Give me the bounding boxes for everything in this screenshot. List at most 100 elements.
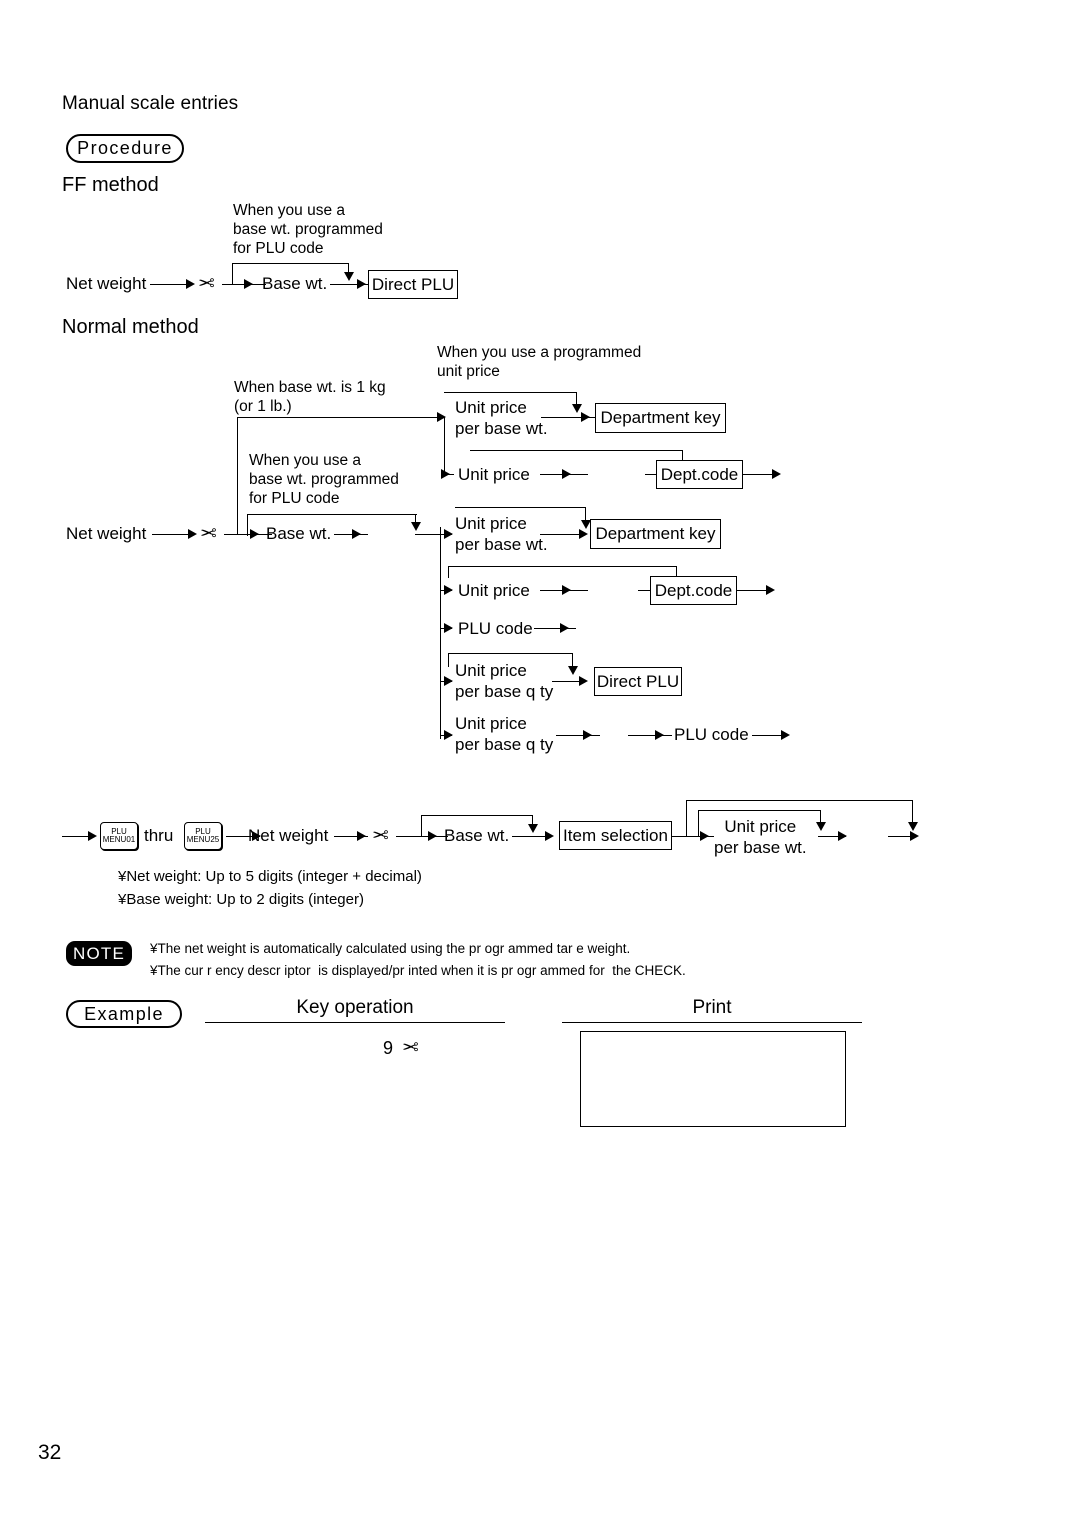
b4-tail-arrow [766, 585, 775, 595]
normal-riser-1kg [237, 417, 238, 535]
menu-bypass-left [421, 815, 422, 837]
scissors-icon: ✂ [200, 523, 217, 545]
b7-in-arrow [655, 730, 664, 740]
b5-arrow [444, 623, 453, 633]
ff-net-weight-label: Net weight [66, 274, 147, 293]
b1-rail-top [444, 392, 576, 393]
scissors-icon: ✂ [372, 825, 389, 847]
digit-note-1: ¥Net weight: Up to 5 digits (integer + d… [118, 868, 422, 885]
b7-in-line [628, 735, 672, 736]
ff-base-wt-label: Base wt. [262, 274, 328, 293]
item-selection-box[interactable]: Item selection [559, 821, 672, 850]
b3-rail-top [455, 507, 585, 508]
normal-programmed-unit-price-label: When you use a programmed unit price [437, 344, 642, 380]
menu-arrow-0 [88, 831, 97, 841]
normal-line-2 [224, 534, 272, 535]
print-receipt-box [580, 1031, 846, 1127]
normal-base-plu-label: When you use a base wt. programmed for P… [249, 452, 399, 507]
b1-out-arrow [581, 412, 590, 422]
key-operation-rule [205, 1022, 505, 1023]
plu-menu01-key-line2: MENU01 [102, 835, 136, 844]
branch-node-3: Unit price per base wt. [455, 514, 548, 554]
ff-arrow-2 [244, 279, 253, 289]
normal-bypass-arrow [411, 522, 421, 531]
branch-node-5: PLU code [458, 619, 533, 638]
normal-method-heading: Normal method [62, 316, 199, 338]
key-operation-value: 9 [383, 1038, 394, 1058]
ff-bracket-left [232, 263, 233, 285]
normal-line-3 [334, 534, 368, 535]
normal-trunk-inlet [415, 534, 443, 535]
b2-out-arrow [562, 469, 571, 479]
menu-arrow-6 [838, 831, 847, 841]
b7-out-arrow [583, 730, 592, 740]
print-caption: Print [692, 997, 732, 1018]
b6-arrow [444, 676, 453, 686]
b1-department-key-box[interactable]: Department key [595, 403, 726, 433]
b6-rail-left [448, 653, 449, 667]
b6-rail-top [448, 653, 572, 654]
note-badge: NOTE [66, 941, 132, 966]
ff-bracket-arrow [344, 272, 354, 281]
normal-arrow-row2 [441, 469, 450, 479]
normal-bypass-left [247, 514, 248, 536]
branch-node-6: Unit price per base q ty [455, 661, 554, 701]
plu-menu25-key-line2: MENU25 [186, 835, 220, 844]
branch-node-2: Unit price [458, 465, 530, 484]
procedure-badge: Procedure [66, 134, 184, 163]
menu-base-wt-label: Base wt. [444, 826, 510, 845]
page-number: 32 [38, 1441, 62, 1464]
menu-rail-outer-left [686, 800, 687, 836]
normal-net-weight-label: Net weight [66, 524, 147, 543]
menu-net-weight-label: Net weight [248, 826, 329, 845]
normal-arrow-1 [188, 529, 197, 539]
scissors-icon: ✂ [198, 273, 215, 295]
print-rule [562, 1022, 862, 1023]
b7-tail-arrow [781, 730, 790, 740]
menu-bypass-top [421, 815, 533, 816]
example-badge: Example [66, 1000, 182, 1028]
b7-plu-code-label: PLU code [674, 725, 749, 744]
digit-note-2: ¥Base weight: Up to 2 digits (integer) [118, 891, 364, 908]
menu-rail-outer-arrow [908, 822, 918, 831]
plu-menu01-key[interactable]: PLU MENU01 [100, 822, 138, 850]
normal-rail-to-row2 [444, 417, 445, 474]
menu-arrow-5 [700, 831, 709, 841]
b2-rail-top [470, 450, 682, 451]
b6-rail-arrow [568, 666, 578, 675]
normal-main-trunk [440, 527, 441, 739]
b7-arrow [444, 730, 453, 740]
scissors-icon: ✂ [402, 1037, 419, 1059]
b3-department-key-box[interactable]: Department key [590, 519, 721, 549]
b2-dept-code-box[interactable]: Dept.code [656, 460, 743, 489]
menu-rail-inner-top [698, 810, 820, 811]
b2-tail-arrow [772, 469, 781, 479]
plu-menu25-key[interactable]: PLU MENU25 [184, 822, 222, 850]
b6-direct-plu-box[interactable]: Direct PLU [594, 667, 682, 696]
b4-dept-code-box[interactable]: Dept.code [650, 576, 737, 605]
note-line-1: ¥The net weight is automatically calcula… [150, 941, 631, 956]
menu-rail-inner-left [698, 810, 699, 836]
menu-rail-outer-top [686, 800, 912, 801]
ff-method-heading: FF method [62, 174, 159, 196]
menu-rail-inner-arrow [816, 822, 826, 831]
menu-bypass-arrow [528, 824, 538, 833]
ff-arrow-1 [186, 279, 195, 289]
branch-node-7: Unit price per base q ty [455, 714, 554, 754]
normal-top-rail [237, 417, 445, 418]
key-operation-caption: Key operation [296, 997, 414, 1018]
page-title: Manual scale entries [62, 93, 239, 114]
manual-page: Manual scale entries Procedure FF method… [0, 0, 1080, 1526]
normal-base-wt-label: Base wt. [266, 524, 332, 543]
ff-condition-label: When you use a base wt. programmed for P… [233, 202, 383, 257]
b4-arrow [444, 585, 453, 595]
ff-direct-plu-box[interactable]: Direct PLU [368, 270, 458, 299]
normal-bypass-top [247, 514, 417, 515]
menu-arrow-3 [428, 831, 437, 841]
b5-out-line [534, 628, 576, 629]
b5-out-arrow [560, 623, 569, 633]
b4-rail-top [448, 566, 676, 567]
note-line-2: ¥The cur r ency descr iptor is displayed… [150, 963, 686, 978]
normal-line-1 [152, 534, 190, 535]
ff-arrow-3 [357, 279, 366, 289]
